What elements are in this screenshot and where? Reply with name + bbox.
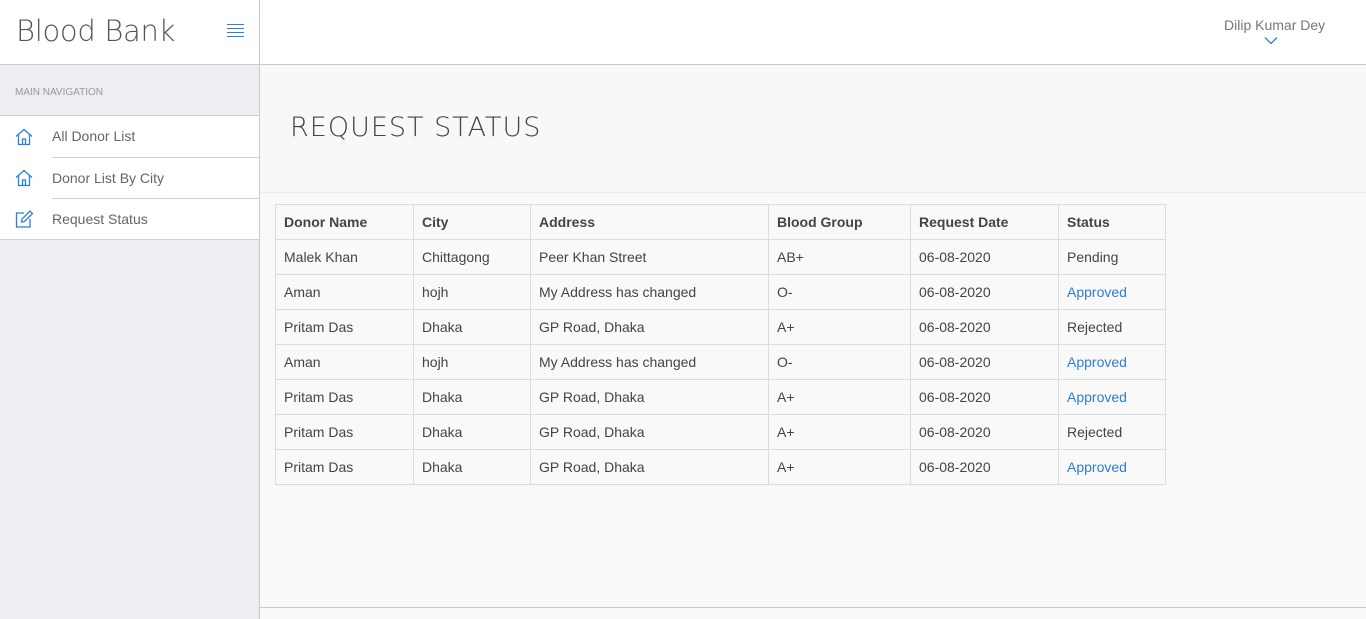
request-date-cell: 06-08-2020 [910,344,1059,380]
table-row: Pritam Das Dhaka GP Road, Dhaka A+ 06-08… [275,449,1166,485]
page-title: REQUEST STATUS [290,112,542,143]
edit-icon [15,210,34,228]
brand-bar: Blood Bank [0,0,259,65]
status-link[interactable]: Approved [1058,274,1166,310]
main-navigation: All Donor List Donor List By City Reques… [0,115,259,240]
column-header-city: City [413,204,531,240]
address-cell: GP Road, Dhaka [530,449,769,485]
sidebar-item-label: Donor List By City [52,157,259,198]
address-cell: My Address has changed [530,344,769,380]
status-link[interactable]: Approved [1058,379,1166,415]
city-cell: Dhaka [413,379,531,415]
sidebar-item-label: All Donor List [52,128,136,144]
city-cell: hojh [413,344,531,380]
sidebar: Blood Bank MAIN NAVIGATION All Donor Lis… [0,0,260,619]
city-cell: Chittagong [413,239,531,275]
top-bar: Dilip Kumar Dey [260,0,1366,65]
sidebar-item-label: Request Status [52,198,259,239]
home-icon [15,169,33,187]
sidebar-item-donor-list-by-city[interactable]: Donor List By City [0,157,259,198]
request-date-cell: 06-08-2020 [910,309,1059,345]
table-row: Pritam Das Dhaka GP Road, Dhaka A+ 06-08… [275,309,1166,345]
donor-name-cell: Aman [275,344,414,380]
donor-name-cell: Pritam Das [275,414,414,450]
donor-name-cell: Pritam Das [275,309,414,345]
column-header-blood-group: Blood Group [768,204,911,240]
menu-toggle-icon[interactable] [227,24,244,37]
blood-group-cell: AB+ [768,239,911,275]
page-header: REQUEST STATUS [260,65,1366,193]
city-cell: Dhaka [413,309,531,345]
column-header-request-date: Request Date [910,204,1059,240]
column-header-donor-name: Donor Name [275,204,414,240]
user-menu[interactable]: Dilip Kumar Dey [1224,17,1325,33]
blood-group-cell: O- [768,344,911,380]
sidebar-item-request-status[interactable]: Request Status [0,198,259,239]
donor-name-cell: Pritam Das [275,379,414,415]
donor-name-cell: Malek Khan [275,239,414,275]
request-date-cell: 06-08-2020 [910,449,1059,485]
request-date-cell: 06-08-2020 [910,274,1059,310]
address-cell: Peer Khan Street [530,239,769,275]
city-cell: hojh [413,274,531,310]
chevron-down-icon[interactable] [1264,36,1278,45]
address-cell: My Address has changed [530,274,769,310]
blood-group-cell: O- [768,274,911,310]
main-content: Donor Name City Address Blood Group Requ… [260,194,1366,608]
status-cell: Rejected [1058,414,1166,450]
donor-name-cell: Aman [275,274,414,310]
table-row: Pritam Das Dhaka GP Road, Dhaka A+ 06-08… [275,414,1166,450]
address-cell: GP Road, Dhaka [530,379,769,415]
request-date-cell: 06-08-2020 [910,414,1059,450]
column-header-address: Address [530,204,769,240]
blood-group-cell: A+ [768,309,911,345]
sidebar-item-all-donor-list[interactable]: All Donor List [0,116,259,157]
address-cell: GP Road, Dhaka [530,309,769,345]
home-icon [15,128,33,146]
status-cell: Pending [1058,239,1166,275]
blood-group-cell: A+ [768,379,911,415]
request-status-table: Donor Name City Address Blood Group Requ… [275,204,1166,485]
app-title[interactable]: Blood Bank [16,14,175,48]
blood-group-cell: A+ [768,414,911,450]
blood-group-cell: A+ [768,449,911,485]
city-cell: Dhaka [413,414,531,450]
table-row: Aman hojh My Address has changed O- 06-0… [275,274,1166,310]
table-header-row: Donor Name City Address Blood Group Requ… [275,204,1166,240]
table-row: Pritam Das Dhaka GP Road, Dhaka A+ 06-08… [275,379,1166,415]
city-cell: Dhaka [413,449,531,485]
status-link[interactable]: Approved [1058,344,1166,380]
nav-header: MAIN NAVIGATION [15,87,103,98]
address-cell: GP Road, Dhaka [530,414,769,450]
column-header-status: Status [1058,204,1166,240]
status-link[interactable]: Approved [1058,449,1166,485]
request-date-cell: 06-08-2020 [910,379,1059,415]
table-row: Malek Khan Chittagong Peer Khan Street A… [275,239,1166,275]
status-cell: Rejected [1058,309,1166,345]
request-date-cell: 06-08-2020 [910,239,1059,275]
table-row: Aman hojh My Address has changed O- 06-0… [275,344,1166,380]
donor-name-cell: Pritam Das [275,449,414,485]
